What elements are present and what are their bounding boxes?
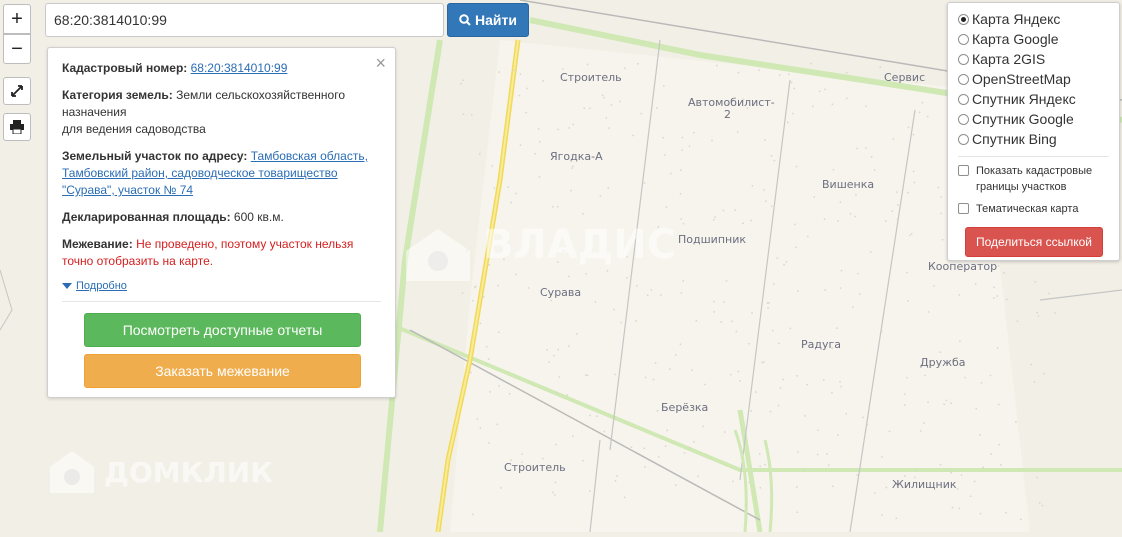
radio-button[interactable] [958,14,969,25]
cadastral-label: Кадастровый номер: [62,61,187,75]
layer-option-label: Карта Google [972,31,1059,47]
watermark-domclick: ДОМКЛИК [104,456,273,489]
survey-status: Не проведено, поэтому участок нельзя [136,237,353,251]
layer-option-label: Спутник Google [972,111,1074,127]
zoom-in-button[interactable]: + [3,4,31,34]
layer-option[interactable]: Спутник Google [958,109,1109,129]
layers-divider [958,156,1109,157]
order-survey-button[interactable]: Заказать межевание [84,354,361,388]
survey-label: Межевание: [62,237,133,251]
minus-icon: − [11,38,23,61]
radio-button[interactable] [958,54,969,65]
layer-option-label: Спутник Яндекс [972,91,1076,107]
share-link-button[interactable]: Поделиться ссылкой [965,227,1103,257]
print-button[interactable] [3,113,31,141]
address-row: Земельный участок по адресу: Тамбовская … [62,148,381,199]
more-details-toggle[interactable]: Подробно [62,280,381,292]
map-label-berezka: Берёзка [661,401,708,414]
address-link-2[interactable]: Тамбовский район, садоводческое товарище… [62,166,338,180]
radio-button[interactable] [958,94,969,105]
map-label-surava: Сурава [540,286,581,299]
map-label-podshipnik: Подшипник [678,233,746,246]
divider [62,301,381,302]
more-details-link[interactable]: Подробно [76,280,127,292]
parcel-info-panel: × Кадастровый номер: 68:20:3814010:99 Ка… [47,47,396,398]
expand-icon [10,84,24,98]
layer-option-label: Спутник Bing [972,131,1057,147]
printer-icon [9,120,25,134]
search-button[interactable]: Найти [447,3,529,37]
radio-button[interactable] [958,34,969,45]
address-link[interactable]: Тамбовская область, [251,149,368,163]
radio-button[interactable] [958,134,969,145]
map-label-yagodka: Ягодка-А [550,150,603,163]
category-row: Категория земель: Земли сельскохозяйстве… [62,87,381,138]
search-icon [459,14,471,26]
category-value-cont: назначения [62,105,126,119]
show-borders-label: Показать кадастровые границы участков [976,163,1092,195]
area-value: 600 кв.м. [234,210,284,224]
cadastral-number-link[interactable]: 68:20:3814010:99 [191,61,288,75]
view-reports-button[interactable]: Посмотреть доступные отчеты [84,313,361,347]
layer-option[interactable]: Карта Яндекс [958,9,1109,29]
layer-option[interactable]: Спутник Bing [958,129,1109,149]
fullscreen-button[interactable] [3,77,31,105]
search-input[interactable] [45,3,444,37]
layer-options: Карта Яндекс Карта Google Карта 2GIS OpenSt… [958,9,1109,149]
category-value: Земли сельскохозяйственного [176,88,345,102]
map-label-vishenka: Вишенка [822,178,874,191]
cadastral-row: Кадастровый номер: 68:20:3814010:99 [62,60,381,77]
radio-button[interactable] [958,74,969,85]
map-label-stroitel-bottom: Строитель [504,461,566,474]
radio-button[interactable] [958,114,969,125]
address-label: Земельный участок по адресу: [62,149,247,163]
map-layers-panel: Карта Яндекс Карта Google Карта 2GIS OpenSt… [947,2,1120,261]
address-link-3[interactable]: "Сурава", участок № 74 [62,183,193,197]
survey-status-cont: точно отобразить на карте. [62,254,213,268]
thematic-map-option[interactable]: Тематическая карта [958,201,1109,217]
vladis-logo-icon [398,225,478,285]
map-label-raduga: Радуга [801,338,841,351]
domclick-logo-icon [46,447,98,497]
map-label-avtomobilist: Автомобилист- [688,96,775,109]
show-borders-checkbox[interactable] [958,165,969,176]
thematic-map-label: Тематическая карта [976,201,1078,217]
caret-down-icon [62,283,72,289]
map-label-zhilishnik: Жилищник [892,478,957,491]
search-button-label: Найти [475,12,517,28]
layer-option-label: Карта Яндекс [972,11,1060,27]
survey-row: Межевание: Не проведено, поэтому участок… [62,236,381,270]
map-label-druzhba: Дружба [920,356,966,369]
show-borders-label-2: границы участков [976,181,1067,193]
map-label-servis: Сервис [884,71,925,84]
area-row: Декларированная площадь: 600 кв.м. [62,209,381,226]
map-label-avtomobilist-2: 2 [724,108,731,121]
close-icon[interactable]: × [375,53,386,74]
zoom-out-button[interactable]: − [3,34,31,64]
layer-option-label: Карта 2GIS [972,51,1045,67]
layer-option[interactable]: Карта Google [958,29,1109,49]
map-label-kooperator: Кооператор [928,260,997,273]
show-borders-label-1: Показать кадастровые [976,165,1092,177]
layer-option[interactable]: OpenStreetMap [958,69,1109,89]
layer-option[interactable]: Спутник Яндекс [958,89,1109,109]
thematic-map-checkbox[interactable] [958,203,969,214]
category-value-purpose: для ведения садоводства [62,122,206,136]
area-label: Декларированная площадь: [62,210,231,224]
plus-icon: + [11,8,23,31]
show-borders-option[interactable]: Показать кадастровые границы участков [958,163,1109,195]
layer-option[interactable]: Карта 2GIS [958,49,1109,69]
watermark-vladis-text: ВЛАДИС [483,222,676,268]
layer-option-label: OpenStreetMap [972,71,1071,87]
map-label-stroitel: Строитель [560,71,622,84]
category-label: Категория земель: [62,88,173,102]
